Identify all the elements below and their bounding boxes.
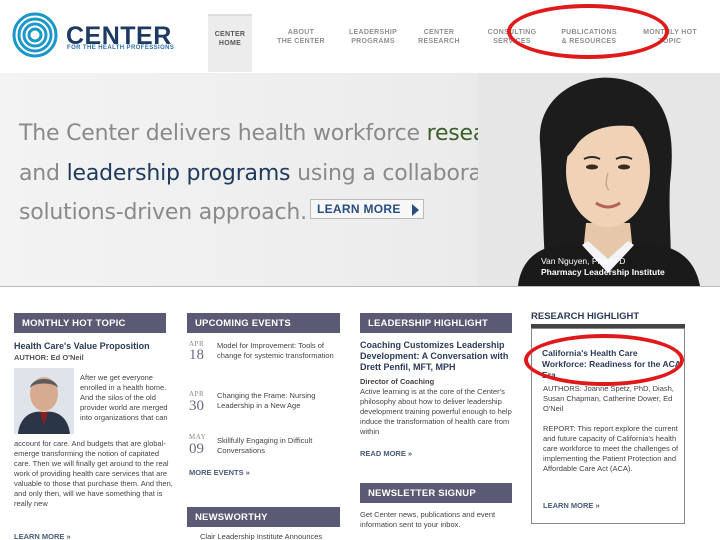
hero-text: The Center delivers health workforce	[19, 121, 427, 146]
logo-subtitle: FOR THE HEALTH PROFESSIONS	[67, 45, 175, 51]
more-events-link[interactable]: MORE EVENTS »	[189, 468, 250, 477]
author-photo	[14, 368, 74, 434]
hot-topic-author: AUTHOR: Ed O'Neil	[14, 353, 84, 362]
hero-learn-more-button[interactable]: LEARN MORE	[310, 199, 424, 219]
hero-line-1: The Center delivers health workforce res…	[19, 121, 520, 146]
research-highlight-report: REPORT: This report explore the current …	[543, 424, 679, 473]
hero-text: and	[19, 161, 67, 186]
research-highlight-heading: RESEARCH HIGHLIGHT	[531, 311, 640, 322]
page: CENTER FOR THE HEALTH PROFESSIONS CENTER…	[0, 0, 720, 540]
nav-center-research[interactable]: CENTER RESEARCH	[411, 14, 467, 72]
center-logo-icon[interactable]	[12, 12, 58, 58]
nav-center-home[interactable]: CENTER HOME	[208, 14, 252, 72]
leadership-highlight-heading: LEADERSHIP HIGHLIGHT	[360, 313, 512, 333]
hot-topic-body: account for care. And budgets that are g…	[14, 439, 173, 508]
portrait-caption-org: Pharmacy Leadership Institute	[541, 267, 665, 277]
nav-leadership-programs[interactable]: LEADERSHIP PROGRAMS	[338, 14, 408, 72]
event-day: 30	[189, 398, 204, 414]
learn-more-label: LEARN MORE	[317, 202, 401, 216]
research-highlight-authors: AUTHORS: Joanne Spetz, PhD, Diash, Susan…	[543, 384, 674, 413]
leadership-highlight-role: Director of Coaching	[360, 377, 435, 386]
monthly-hot-topic-heading: MONTHLY HOT TOPIC	[14, 313, 166, 333]
event-link[interactable]: Skillfully Engaging in Difficult Convers…	[217, 436, 337, 456]
hero-banner: The Center delivers health workforce res…	[0, 73, 720, 286]
hero-divider	[0, 286, 720, 287]
nav-consulting-services[interactable]: CONSULTING SERVICES	[478, 14, 546, 72]
event-day: 18	[189, 347, 204, 363]
event-link[interactable]: Changing the Frame: Nursing Leadership i…	[217, 391, 337, 411]
leadership-read-more-link[interactable]: READ MORE »	[360, 449, 412, 458]
leadership-highlight-title[interactable]: Coaching Customizes Leadership Developme…	[360, 340, 512, 373]
research-learn-more-link[interactable]: LEARN MORE »	[543, 501, 600, 510]
hero-emphasis-leadership: leadership programs	[66, 161, 291, 186]
leadership-highlight-body: Active learning is at the core of the Ce…	[360, 387, 512, 436]
nav-monthly-hot-topic[interactable]: MONTHLY HOT TOPIC	[636, 14, 704, 72]
hot-topic-body-intro: After we get everyone enrolled in a heal…	[80, 373, 168, 422]
research-highlight-title[interactable]: California's Health Care Workforce: Read…	[542, 348, 682, 381]
event-month: MAY	[189, 433, 207, 441]
play-arrow-icon	[412, 204, 419, 216]
nav-publications-resources[interactable]: PUBLICATIONS & RESOURCES	[554, 14, 624, 72]
portrait-photo	[478, 73, 720, 286]
hot-topic-learn-more-link[interactable]: LEARN MORE »	[14, 532, 71, 540]
hot-topic-title[interactable]: Health Care's Value Proposition	[14, 341, 174, 352]
main-nav: CENTER HOME ABOUT THE CENTER LEADERSHIP …	[208, 14, 720, 72]
event-month: APR	[189, 390, 205, 398]
event-link[interactable]: Model for Improvement: Tools of change f…	[217, 341, 337, 361]
site-header: CENTER FOR THE HEALTH PROFESSIONS CENTER…	[0, 0, 720, 73]
newsletter-signup-heading[interactable]: NEWSLETTER SIGNUP	[360, 483, 512, 503]
hero-line-2: and leadership programs using a collabor…	[19, 161, 529, 186]
upcoming-events-heading: UPCOMING EVENTS	[187, 313, 340, 333]
newsletter-body: Get Center news, publications and event …	[360, 510, 496, 529]
nav-about-the-center[interactable]: ABOUT THE CENTER	[268, 14, 334, 72]
hero-line-3: solutions-driven approach.	[19, 200, 307, 225]
event-day: 09	[189, 441, 204, 457]
portrait-caption-name: Van Nguyen, Pharm D	[541, 256, 626, 266]
newsworthy-heading: NEWSWORTHY	[187, 507, 340, 527]
newsworthy-snippet[interactable]: Clair Leadership Institute Announces	[200, 532, 340, 540]
